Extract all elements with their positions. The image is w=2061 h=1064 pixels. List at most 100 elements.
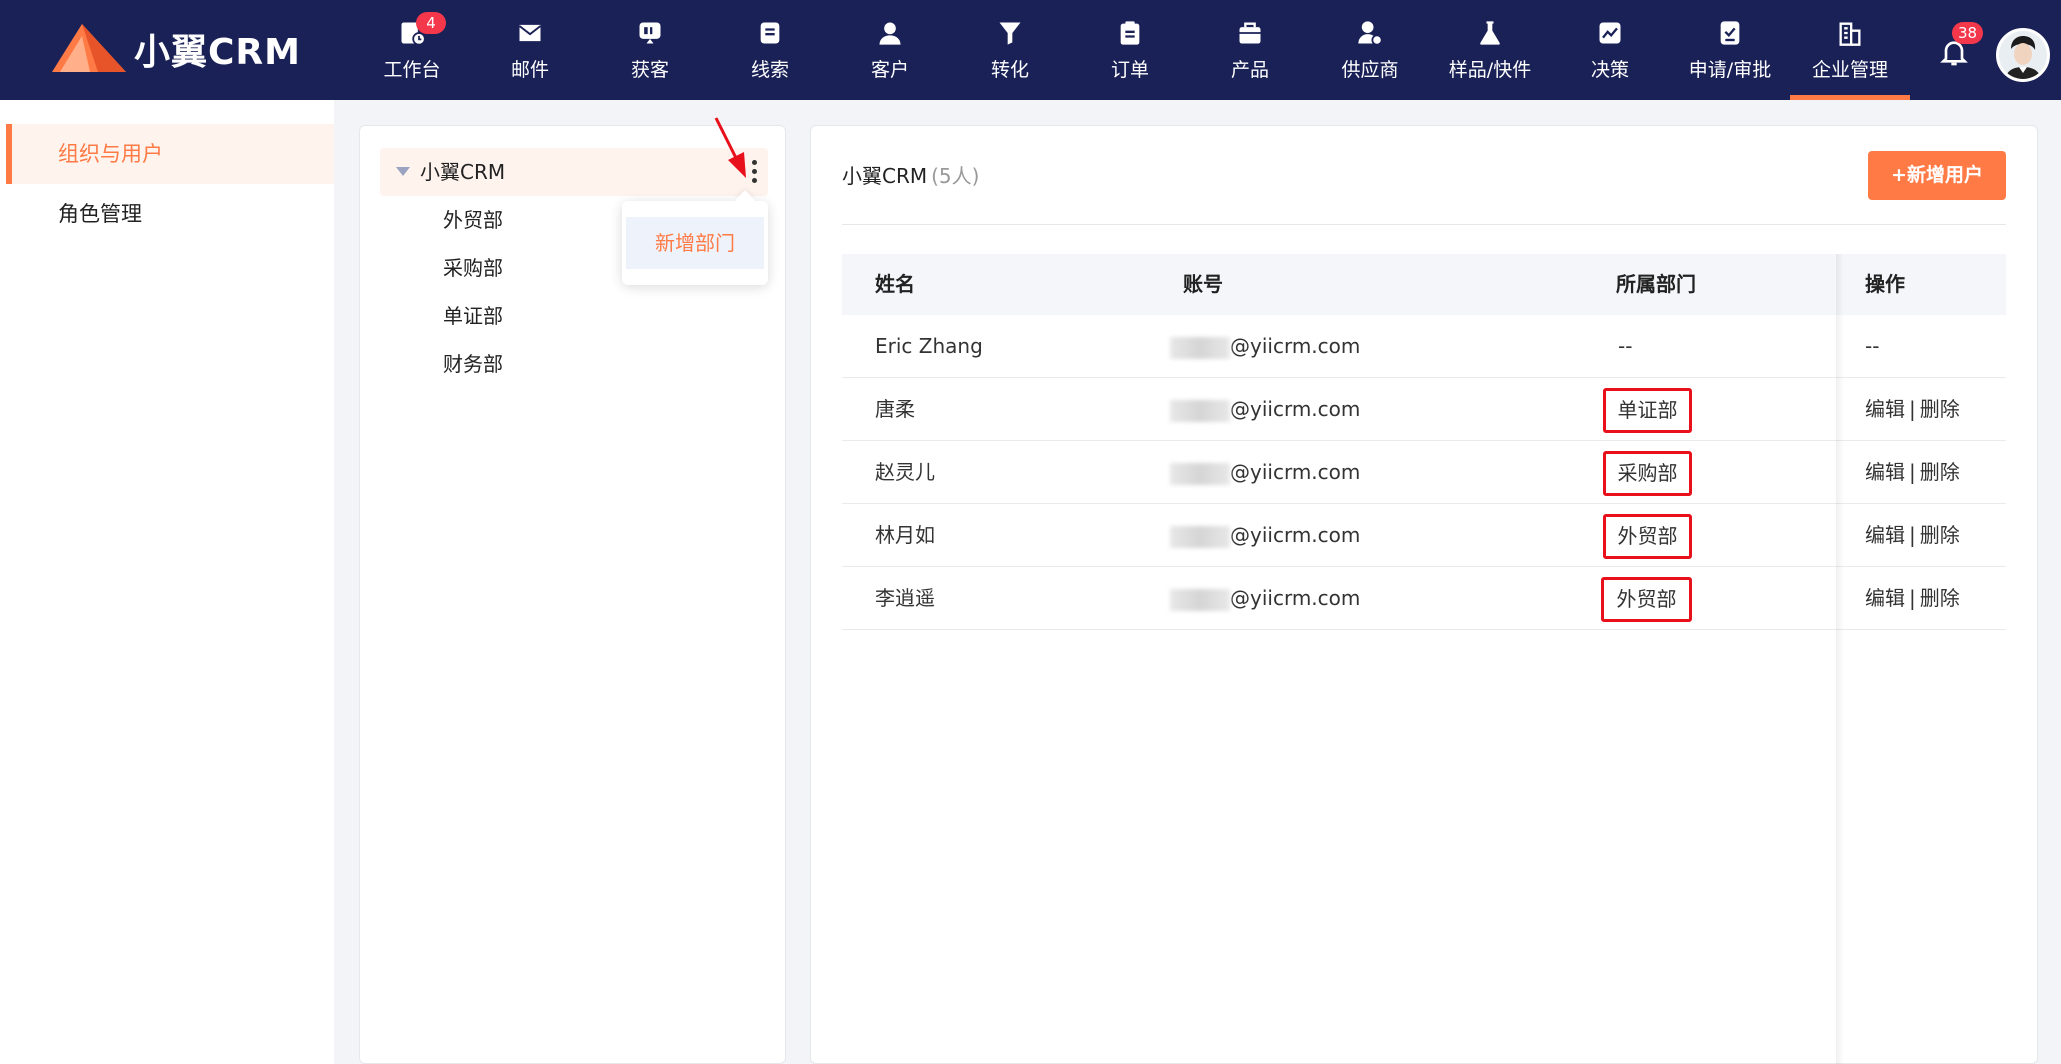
users-panel: 小翼CRM (5人) +新增用户 姓名 账号 所属部门 操作 Eric Zhang… [810, 125, 2038, 1064]
user-name: Eric Zhang [875, 334, 983, 358]
nav-customer[interactable]: 客户 [830, 0, 950, 100]
nav-label: 获客 [630, 58, 669, 81]
nav-conversion[interactable]: 转化 [950, 0, 1070, 100]
product-icon [1239, 22, 1261, 43]
nav-label: 订单 [1110, 58, 1149, 81]
delete-link[interactable]: 删除 [1920, 397, 1960, 421]
sidebar-item-label: 角色管理 [58, 202, 142, 226]
page-title: 小翼CRM (5人) [842, 160, 979, 189]
delete-link[interactable]: 删除 [1920, 523, 1960, 547]
enterprise-icon [1839, 22, 1861, 46]
user-avatar-icon [1999, 31, 2047, 79]
sidebar-item-org-users[interactable]: 组织与用户 [6, 124, 334, 184]
nav-mail[interactable]: 邮件 [470, 0, 590, 100]
add-department-menu-item[interactable]: 新增部门 [626, 217, 764, 269]
nav-approval[interactable]: 申请/审批 [1670, 0, 1790, 100]
edit-link[interactable]: 编辑 [1865, 586, 1905, 610]
user-actions: -- [1865, 334, 1880, 358]
user-account: @yiicrm.com [1170, 378, 1360, 441]
user-name: 林月如 [875, 523, 935, 547]
nav-label: 线索 [750, 58, 789, 81]
table-row: Eric Zhang @yiicrm.com -- -- [842, 315, 2006, 378]
user-count: (5人) [931, 164, 980, 188]
nav-acquire[interactable]: 获客 [590, 0, 710, 100]
avatar[interactable] [1996, 28, 2050, 82]
tree-node-finance[interactable]: 财务部 [443, 348, 503, 380]
approval-icon [1720, 20, 1740, 45]
user-actions: 编辑 | 删除 [1865, 523, 1960, 547]
user-name: 赵灵儿 [875, 460, 935, 484]
mail-icon [518, 24, 542, 41]
nav-label: 邮件 [510, 58, 549, 81]
nav-sample[interactable]: 样品/快件 [1430, 0, 1550, 100]
nav-leads[interactable]: 线索 [710, 0, 830, 100]
blurred-text [1170, 588, 1230, 611]
table-header: 姓名 账号 所属部门 操作 [842, 254, 2006, 315]
user-department-highlighted: 单证部 [1603, 388, 1692, 433]
tree-node-purchasing[interactable]: 采购部 [443, 252, 503, 284]
fixed-column-shadow [1836, 254, 1844, 1064]
sample-icon [1480, 20, 1500, 45]
blurred-text [1170, 462, 1230, 485]
sidebar: 组织与用户 角色管理 [0, 100, 334, 1064]
user-account: @yiicrm.com [1170, 315, 1360, 378]
table-row: 李逍遥 @yiicrm.com 外贸部 编辑 | 删除 [842, 567, 2006, 630]
user-name: 唐柔 [875, 397, 915, 421]
red-arrow-annotation [714, 117, 746, 178]
nav-label: 产品 [1230, 58, 1269, 81]
sidebar-item-roles[interactable]: 角色管理 [6, 184, 334, 244]
order-icon [1120, 20, 1140, 45]
nav-label: 申请/审批 [1688, 58, 1772, 81]
divider [842, 224, 2006, 225]
notification-badge: 4 [416, 12, 446, 34]
nav-dashboard[interactable]: 工作台 4 [352, 0, 472, 100]
tree-root-node[interactable]: 小翼CRM [380, 148, 768, 196]
users-table: 姓名 账号 所属部门 操作 Eric Zhang @yiicrm.com -- … [842, 254, 2006, 630]
edit-link[interactable]: 编辑 [1865, 460, 1905, 484]
chart-icon [1599, 22, 1621, 43]
column-header-name: 姓名 [875, 272, 915, 296]
add-user-button[interactable]: +新增用户 [1868, 151, 2006, 200]
nav-order[interactable]: 订单 [1070, 0, 1190, 100]
column-header-account: 账号 [1183, 272, 1223, 296]
tree-node-documents[interactable]: 单证部 [443, 300, 503, 332]
user-account: @yiicrm.com [1170, 504, 1360, 567]
column-header-department: 所属部门 [1616, 272, 1696, 296]
user-department: -- [1618, 334, 1633, 358]
user-account: @yiicrm.com [1170, 567, 1360, 630]
user-name: 李逍遥 [875, 586, 935, 610]
user-actions: 编辑 | 删除 [1865, 397, 1960, 421]
delete-link[interactable]: 删除 [1920, 586, 1960, 610]
delete-link[interactable]: 删除 [1920, 460, 1960, 484]
nav-enterprise[interactable]: 企业管理 [1790, 0, 1910, 100]
edit-link[interactable]: 编辑 [1865, 523, 1905, 547]
funnel-icon [999, 22, 1021, 45]
acquire-icon [639, 22, 661, 43]
nav-product[interactable]: 产品 [1190, 0, 1310, 100]
notification-badge: 38 [1952, 22, 1984, 44]
table-row: 唐柔 @yiicrm.com 单证部 编辑 | 删除 [842, 378, 2006, 441]
logo-text: 小翼CRM [134, 32, 301, 73]
logo[interactable]: 小翼CRM [52, 22, 301, 76]
logo-icon [52, 24, 126, 72]
tree-node-foreign-trade[interactable]: 外贸部 [443, 204, 503, 236]
nav-label: 客户 [870, 58, 909, 81]
tree-node-menu-popover: 新增部门 [622, 201, 768, 285]
nav-label: 工作台 [383, 58, 441, 81]
nav-label: 供应商 [1341, 58, 1399, 81]
table-row: 林月如 @yiicrm.com 外贸部 编辑 | 删除 [842, 504, 2006, 567]
nav-label: 样品/快件 [1448, 58, 1532, 81]
edit-link[interactable]: 编辑 [1865, 397, 1905, 421]
user-account: @yiicrm.com [1170, 441, 1360, 504]
top-nav-bar: 小翼CRM 工作台 4 邮件 获客 线索 客户 转化 订单 产品 供应商 样品/… [0, 0, 2061, 100]
caret-down-icon[interactable] [396, 167, 410, 176]
user-department-highlighted: 外贸部 [1603, 514, 1692, 559]
customer-icon [879, 22, 901, 45]
notification-bell[interactable]: 38 [1936, 22, 1984, 74]
nav-supplier[interactable]: 供应商 [1310, 0, 1430, 100]
nav-decision[interactable]: 决策 [1550, 0, 1670, 100]
tree-root-label: 小翼CRM [420, 160, 506, 184]
leads-icon [760, 22, 780, 43]
nav-label: 转化 [990, 58, 1029, 81]
column-header-actions: 操作 [1865, 272, 1905, 296]
